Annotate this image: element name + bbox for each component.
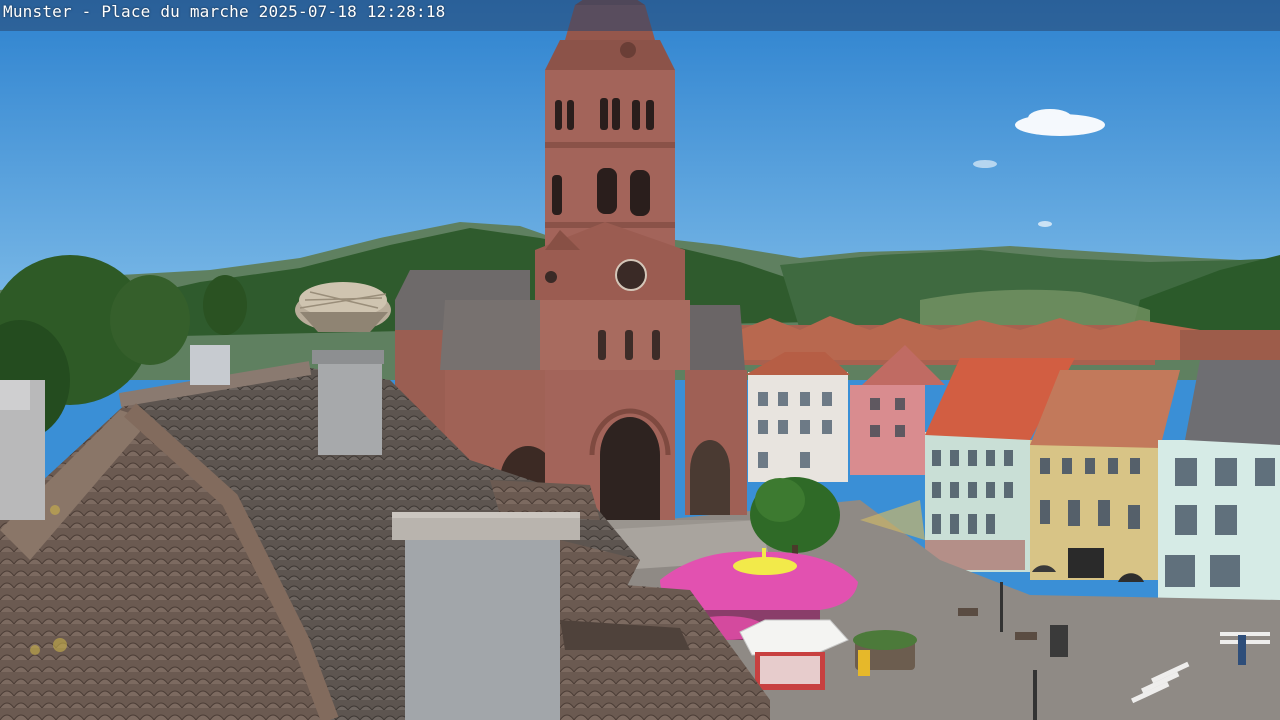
webcam-scene [0,0,1280,720]
overlay-caption: Munster - Place du marche 2025-07-18 12:… [3,2,446,22]
timestamp-label: 2025-07-18 12:28:18 [258,2,446,21]
overlay-bar: Munster - Place du marche 2025-07-18 12:… [0,0,1280,31]
location-label: Munster - Place du marche [3,2,249,21]
storks-nest [295,282,391,332]
